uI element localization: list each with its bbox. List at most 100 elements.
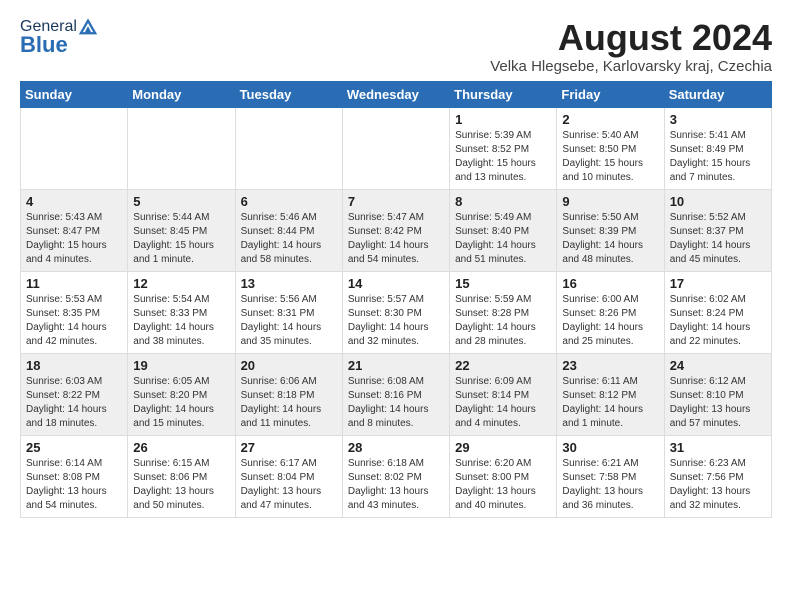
- day-number: 8: [455, 194, 551, 209]
- day-number: 11: [26, 276, 122, 291]
- day-number: 20: [241, 358, 337, 373]
- page-subtitle: Velka Hlegsebe, Karlovarsky kraj, Czechi…: [490, 58, 772, 75]
- weekday-header-row: SundayMondayTuesdayWednesdayThursdayFrid…: [21, 81, 772, 107]
- day-info: Sunrise: 6:09 AM Sunset: 8:14 PM Dayligh…: [455, 375, 551, 431]
- day-number: 28: [348, 440, 444, 455]
- weekday-header-friday: Friday: [557, 81, 664, 107]
- day-number: 6: [241, 194, 337, 209]
- day-number: 18: [26, 358, 122, 373]
- logo: General Blue: [20, 18, 99, 58]
- calendar-day-2: 2Sunrise: 5:40 AM Sunset: 8:50 PM Daylig…: [557, 107, 664, 189]
- day-number: 22: [455, 358, 551, 373]
- calendar-day-19: 19 Sunrise: 6:05 AM Sunset: 8:20 PM Dayli…: [128, 353, 235, 435]
- page-title: August 2024: [490, 18, 772, 58]
- day-info: Sunrise: 6:23 AM Sunset: 7:56 PM Dayligh…: [670, 457, 766, 513]
- day-number: 25: [26, 440, 122, 455]
- calendar-day-26: 26 Sunrise: 6:15 AM Sunset: 8:06 PM Dayli…: [128, 435, 235, 517]
- calendar-day-14: 14 Sunrise: 5:57 AM Sunset: 8:30 PM Dayli…: [342, 271, 449, 353]
- day-info: Sunrise: 5:53 AM Sunset: 8:35 PM Dayligh…: [26, 293, 122, 349]
- calendar-day-28: 28 Sunrise: 6:18 AM Sunset: 8:02 PM Dayli…: [342, 435, 449, 517]
- calendar-day-5: 5Sunrise: 5:44 AM Sunset: 8:45 PM Daylig…: [128, 189, 235, 271]
- day-number: 27: [241, 440, 337, 455]
- calendar-table: SundayMondayTuesdayWednesdayThursdayFrid…: [20, 81, 772, 518]
- day-number: 2: [562, 112, 658, 127]
- page: General Blue August 2024 Velka Hlegsebe,…: [0, 0, 792, 536]
- calendar-day-13: 13 Sunrise: 5:56 AM Sunset: 8:31 PM Dayli…: [235, 271, 342, 353]
- day-number: 15: [455, 276, 551, 291]
- day-number: 7: [348, 194, 444, 209]
- calendar-day-11: 11 Sunrise: 5:53 AM Sunset: 8:35 PM Dayli…: [21, 271, 128, 353]
- header: General Blue August 2024 Velka Hlegsebe,…: [20, 18, 772, 75]
- day-info: Sunrise: 6:06 AM Sunset: 8:18 PM Dayligh…: [241, 375, 337, 431]
- calendar-body: 1Sunrise: 5:39 AM Sunset: 8:52 PM Daylig…: [21, 107, 772, 517]
- day-number: 3: [670, 112, 766, 127]
- day-info: Sunrise: 5:57 AM Sunset: 8:30 PM Dayligh…: [348, 293, 444, 349]
- day-info: Sunrise: 6:00 AM Sunset: 8:26 PM Dayligh…: [562, 293, 658, 349]
- day-number: 30: [562, 440, 658, 455]
- day-number: 1: [455, 112, 551, 127]
- calendar-week-row: 25 Sunrise: 6:14 AM Sunset: 8:08 PM Dayli…: [21, 435, 772, 517]
- day-number: 9: [562, 194, 658, 209]
- calendar-day-20: 20 Sunrise: 6:06 AM Sunset: 8:18 PM Dayli…: [235, 353, 342, 435]
- calendar-empty-cell: [342, 107, 449, 189]
- calendar-week-row: 11 Sunrise: 5:53 AM Sunset: 8:35 PM Dayli…: [21, 271, 772, 353]
- day-info: Sunrise: 6:11 AM Sunset: 8:12 PM Dayligh…: [562, 375, 658, 431]
- calendar-day-18: 18 Sunrise: 6:03 AM Sunset: 8:22 PM Dayli…: [21, 353, 128, 435]
- day-info: Sunrise: 5:56 AM Sunset: 8:31 PM Dayligh…: [241, 293, 337, 349]
- day-number: 26: [133, 440, 229, 455]
- day-info: Sunrise: 6:17 AM Sunset: 8:04 PM Dayligh…: [241, 457, 337, 513]
- day-info: Sunrise: 6:15 AM Sunset: 8:06 PM Dayligh…: [133, 457, 229, 513]
- day-info: Sunrise: 6:05 AM Sunset: 8:20 PM Dayligh…: [133, 375, 229, 431]
- weekday-header-monday: Monday: [128, 81, 235, 107]
- day-number: 24: [670, 358, 766, 373]
- day-info: Sunrise: 6:12 AM Sunset: 8:10 PM Dayligh…: [670, 375, 766, 431]
- calendar-day-24: 24 Sunrise: 6:12 AM Sunset: 8:10 PM Dayli…: [664, 353, 771, 435]
- calendar-day-22: 22 Sunrise: 6:09 AM Sunset: 8:14 PM Dayli…: [450, 353, 557, 435]
- day-number: 17: [670, 276, 766, 291]
- day-number: 13: [241, 276, 337, 291]
- day-number: 4: [26, 194, 122, 209]
- calendar-day-1: 1Sunrise: 5:39 AM Sunset: 8:52 PM Daylig…: [450, 107, 557, 189]
- calendar-day-31: 31 Sunrise: 6:23 AM Sunset: 7:56 PM Dayli…: [664, 435, 771, 517]
- day-info: Sunrise: 6:08 AM Sunset: 8:16 PM Dayligh…: [348, 375, 444, 431]
- day-number: 16: [562, 276, 658, 291]
- day-info: Sunrise: 5:59 AM Sunset: 8:28 PM Dayligh…: [455, 293, 551, 349]
- calendar-week-row: 4 Sunrise: 5:43 AM Sunset: 8:47 PM Daylig…: [21, 189, 772, 271]
- logo-blue-text: Blue: [20, 32, 68, 58]
- calendar-day-4: 4 Sunrise: 5:43 AM Sunset: 8:47 PM Daylig…: [21, 189, 128, 271]
- day-number: 31: [670, 440, 766, 455]
- day-number: 19: [133, 358, 229, 373]
- day-number: 23: [562, 358, 658, 373]
- day-info: Sunrise: 5:49 AM Sunset: 8:40 PM Dayligh…: [455, 211, 551, 267]
- calendar-day-25: 25 Sunrise: 6:14 AM Sunset: 8:08 PM Dayli…: [21, 435, 128, 517]
- day-info: Sunrise: 5:46 AM Sunset: 8:44 PM Dayligh…: [241, 211, 337, 267]
- logo-icon: [79, 18, 97, 36]
- day-number: 14: [348, 276, 444, 291]
- day-info: Sunrise: 6:14 AM Sunset: 8:08 PM Dayligh…: [26, 457, 122, 513]
- day-info: Sunrise: 6:20 AM Sunset: 8:00 PM Dayligh…: [455, 457, 551, 513]
- calendar-day-17: 17 Sunrise: 6:02 AM Sunset: 8:24 PM Dayli…: [664, 271, 771, 353]
- day-info: Sunrise: 5:47 AM Sunset: 8:42 PM Dayligh…: [348, 211, 444, 267]
- calendar-day-15: 15 Sunrise: 5:59 AM Sunset: 8:28 PM Dayli…: [450, 271, 557, 353]
- day-info: Sunrise: 5:43 AM Sunset: 8:47 PM Dayligh…: [26, 211, 122, 267]
- calendar-day-10: 10Sunrise: 5:52 AM Sunset: 8:37 PM Dayli…: [664, 189, 771, 271]
- calendar-day-29: 29 Sunrise: 6:20 AM Sunset: 8:00 PM Dayli…: [450, 435, 557, 517]
- calendar-empty-cell: [21, 107, 128, 189]
- calendar-day-23: 23 Sunrise: 6:11 AM Sunset: 8:12 PM Dayli…: [557, 353, 664, 435]
- day-number: 5: [133, 194, 229, 209]
- calendar-day-6: 6 Sunrise: 5:46 AM Sunset: 8:44 PM Daylig…: [235, 189, 342, 271]
- day-info: Sunrise: 6:02 AM Sunset: 8:24 PM Dayligh…: [670, 293, 766, 349]
- calendar-day-27: 27 Sunrise: 6:17 AM Sunset: 8:04 PM Dayli…: [235, 435, 342, 517]
- calendar-week-row: 1Sunrise: 5:39 AM Sunset: 8:52 PM Daylig…: [21, 107, 772, 189]
- day-info: Sunrise: 5:54 AM Sunset: 8:33 PM Dayligh…: [133, 293, 229, 349]
- day-info: Sunrise: 5:52 AM Sunset: 8:37 PM Dayligh…: [670, 211, 766, 267]
- day-info: Sunrise: 6:21 AM Sunset: 7:58 PM Dayligh…: [562, 457, 658, 513]
- day-info: Sunrise: 5:41 AM Sunset: 8:49 PM Dayligh…: [670, 129, 766, 185]
- weekday-header-sunday: Sunday: [21, 81, 128, 107]
- day-number: 29: [455, 440, 551, 455]
- calendar-day-8: 8 Sunrise: 5:49 AM Sunset: 8:40 PM Daylig…: [450, 189, 557, 271]
- calendar-empty-cell: [235, 107, 342, 189]
- day-info: Sunrise: 6:18 AM Sunset: 8:02 PM Dayligh…: [348, 457, 444, 513]
- calendar-day-7: 7 Sunrise: 5:47 AM Sunset: 8:42 PM Daylig…: [342, 189, 449, 271]
- day-info: Sunrise: 6:03 AM Sunset: 8:22 PM Dayligh…: [26, 375, 122, 431]
